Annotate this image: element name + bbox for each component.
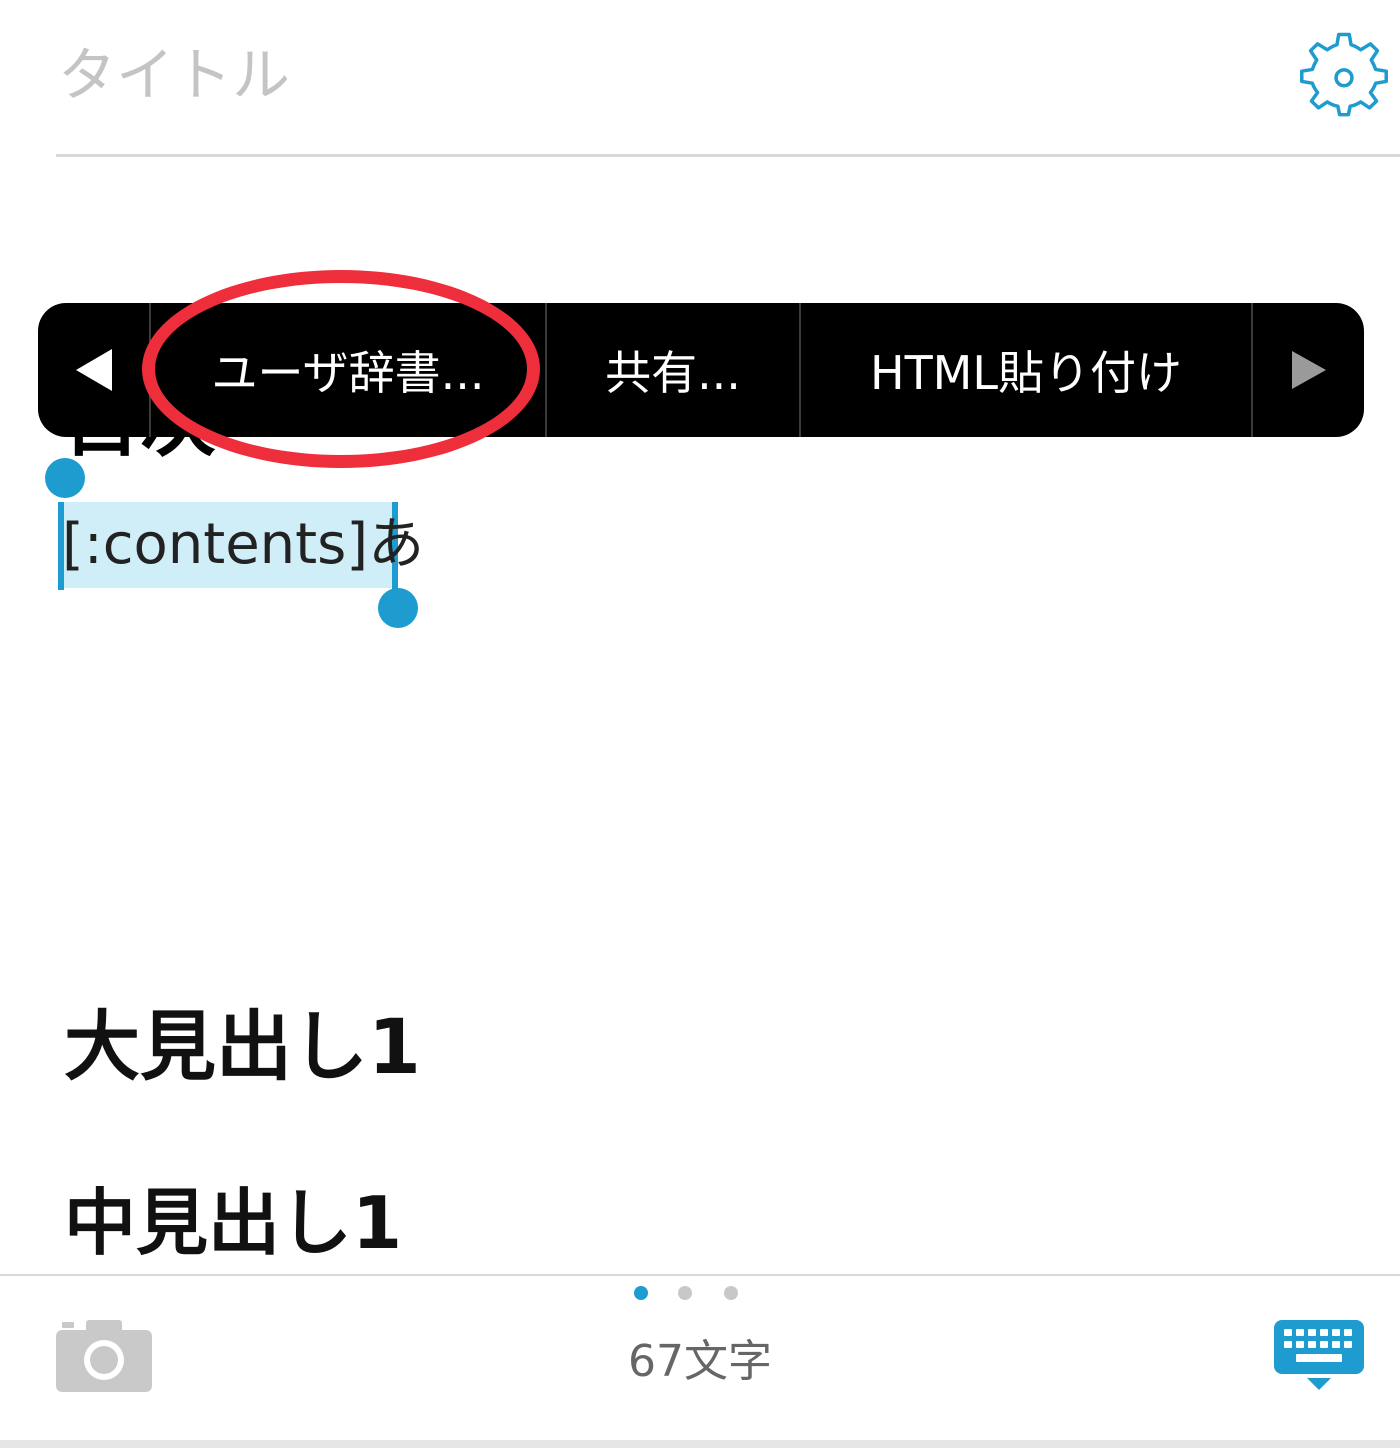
keyboard-icon[interactable]	[1274, 1320, 1364, 1392]
footer-bar: 67文字	[0, 1274, 1400, 1448]
header-bar	[0, 0, 1400, 157]
title-input[interactable]	[58, 30, 1158, 120]
triangle-right-icon	[1291, 351, 1326, 389]
header-divider	[56, 154, 1400, 157]
menu-next-button[interactable]	[1251, 303, 1364, 437]
bottom-edge-strip	[0, 1440, 1400, 1448]
character-count: 67文字	[628, 1336, 772, 1387]
triangle-left-icon	[75, 349, 112, 391]
selected-text[interactable]: [:contents]あ	[62, 510, 424, 580]
menu-item-user-dictionary[interactable]: ユーザ辞書...	[149, 303, 545, 437]
heading-medium[interactable]: 中見出し1	[64, 1180, 402, 1266]
page-dot-3[interactable]	[724, 1286, 738, 1300]
camera-icon[interactable]	[56, 1318, 152, 1392]
heading-large[interactable]: 大見出し1	[64, 1002, 421, 1092]
menu-prev-button[interactable]	[38, 303, 149, 437]
context-menu: ユーザ辞書... 共有... HTML貼り付け	[38, 303, 1364, 437]
selection-start-handle[interactable]	[45, 458, 85, 498]
menu-item-share[interactable]: 共有...	[545, 303, 799, 437]
page-indicator	[630, 1286, 742, 1300]
gear-icon[interactable]	[1300, 32, 1388, 120]
menu-item-html-paste[interactable]: HTML貼り付け	[799, 303, 1251, 437]
page-dot-1[interactable]	[634, 1286, 648, 1300]
selection-end-handle[interactable]	[378, 588, 418, 628]
page-dot-2[interactable]	[678, 1286, 692, 1300]
footer-divider	[0, 1274, 1400, 1276]
